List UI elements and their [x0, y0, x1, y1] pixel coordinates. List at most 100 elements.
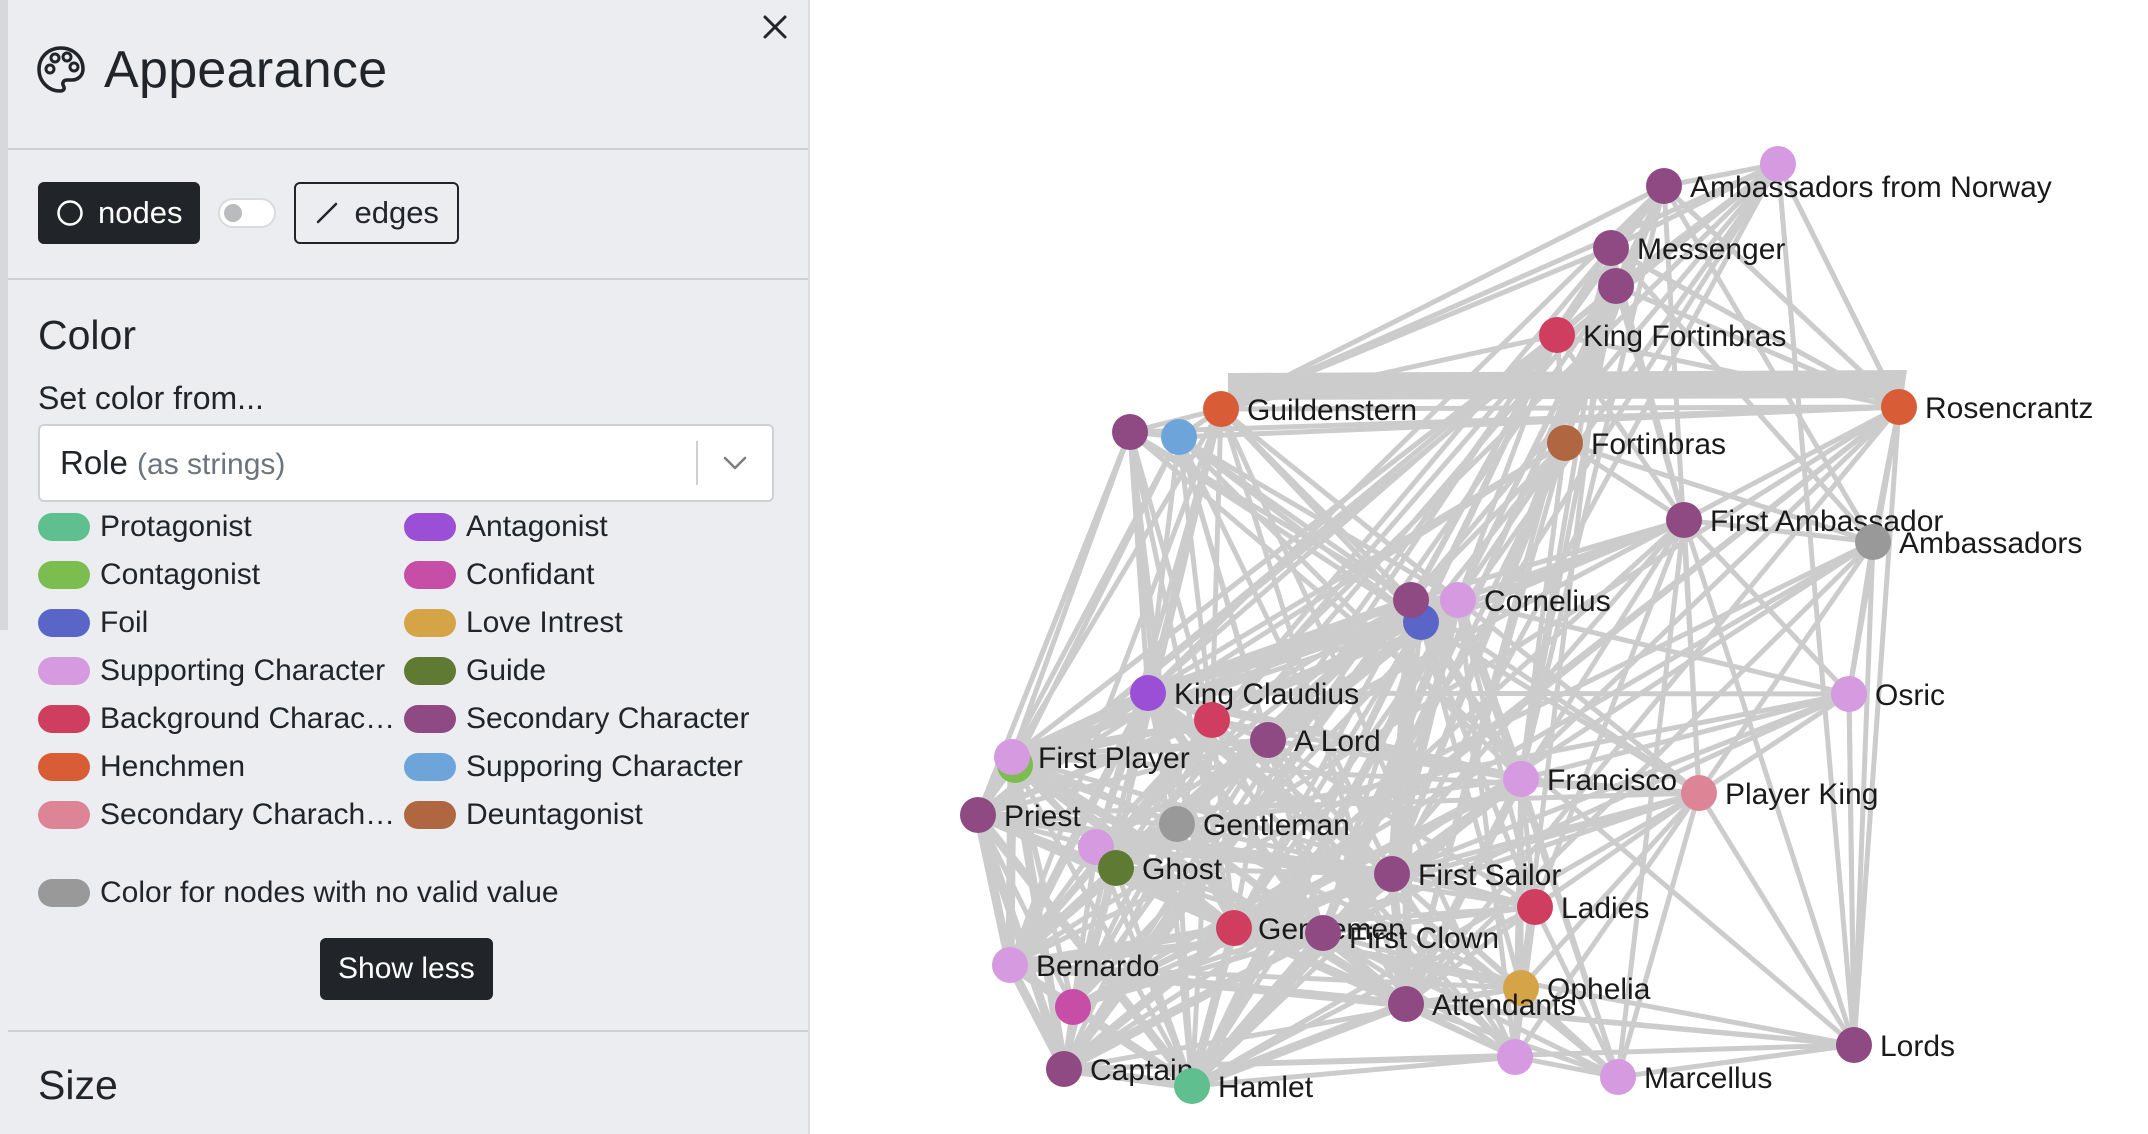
graph-node-circle[interactable] — [1497, 1039, 1533, 1075]
graph-node[interactable]: Cornelius — [1440, 582, 1611, 618]
graph-node-circle[interactable] — [1855, 524, 1891, 560]
color-attribute-select[interactable]: Role (as strings) — [38, 424, 774, 502]
graph-node-circle[interactable] — [1503, 761, 1539, 797]
legend-item[interactable]: Supporing Character — [404, 750, 743, 784]
graph-node-circle[interactable] — [1055, 989, 1091, 1025]
graph-node-circle[interactable] — [1159, 806, 1195, 842]
legend-item[interactable]: Antagonist — [404, 510, 608, 544]
graph-node[interactable]: Player King — [1681, 775, 1878, 811]
legend-swatch — [404, 657, 456, 685]
legend-item[interactable]: Protagonist — [38, 510, 252, 544]
graph-node[interactable]: Ghost — [1098, 850, 1223, 886]
close-icon[interactable] — [762, 14, 788, 40]
graph-node-circle[interactable] — [1098, 850, 1134, 886]
graph-node[interactable]: First Sailor — [1374, 856, 1561, 892]
legend-item[interactable]: Secondary Character — [404, 702, 749, 736]
graph-node-circle[interactable] — [1593, 230, 1629, 266]
graph-node[interactable] — [1194, 702, 1230, 738]
graph-node[interactable]: Osric — [1831, 676, 1945, 712]
graph-edge — [1851, 404, 1902, 1048]
graph-node[interactable] — [1497, 1039, 1533, 1075]
graph-node-label: Cornelius — [1484, 585, 1611, 618]
size-section-title: Size — [38, 1062, 118, 1108]
graph-node-circle[interactable] — [1836, 1027, 1872, 1063]
graph-node[interactable]: Attendants — [1388, 986, 1575, 1022]
graph-node[interactable] — [1598, 268, 1634, 304]
graph-node-circle[interactable] — [960, 797, 996, 833]
legend-label: Secondary Charach… — [100, 798, 396, 831]
graph-node-circle[interactable] — [1547, 425, 1583, 461]
graph-node-circle[interactable] — [1112, 414, 1148, 450]
graph-node[interactable]: Hamlet — [1174, 1068, 1314, 1104]
graph-node-circle[interactable] — [1250, 722, 1286, 758]
legend-item[interactable]: Secondary Charach… — [38, 798, 395, 832]
network-graph[interactable]: Ambassadors from Norway Messenger King For… — [810, 0, 2148, 1134]
graph-node[interactable]: Priest — [960, 797, 1081, 833]
legend-item[interactable]: Guide — [404, 654, 546, 688]
graph-node-circle[interactable] — [1374, 856, 1410, 892]
graph-node[interactable]: Messenger — [1593, 230, 1785, 266]
graph-node-circle[interactable] — [1194, 702, 1230, 738]
graph-node[interactable] — [1760, 146, 1796, 182]
graph-node-circle[interactable] — [1161, 419, 1197, 455]
graph-node[interactable]: Lords — [1836, 1027, 1955, 1063]
legend-item[interactable]: Contagonist — [38, 558, 260, 592]
legend-item[interactable]: Foil — [38, 606, 148, 640]
graph-node-circle[interactable] — [1598, 268, 1634, 304]
graph-node[interactable]: First Player — [994, 739, 1190, 775]
legend-item[interactable]: Deuntagonist — [404, 798, 643, 832]
graph-node-circle[interactable] — [1666, 502, 1702, 538]
select-dropdown-toggle[interactable] — [698, 456, 772, 470]
close-button[interactable] — [760, 12, 790, 42]
graph-node-circle[interactable] — [1388, 986, 1424, 1022]
graph-node-circle[interactable] — [1203, 391, 1239, 427]
graph-node-circle[interactable] — [1517, 889, 1553, 925]
graph-node[interactable]: Gentleman — [1159, 806, 1350, 842]
legend-swatch — [38, 609, 90, 637]
legend-item[interactable]: Confidant — [404, 558, 594, 592]
graph-node[interactable]: Rosencrantz — [1881, 389, 2093, 425]
graph-node-circle[interactable] — [1393, 582, 1429, 618]
graph-node-circle[interactable] — [1881, 389, 1917, 425]
legend-item-no-value[interactable]: Color for nodes with no valid value — [38, 876, 559, 910]
legend-item[interactable]: Love Intrest — [404, 606, 623, 640]
legend-swatch — [404, 801, 456, 829]
legend-label: Foil — [100, 606, 149, 639]
graph-node[interactable]: Fortinbras — [1547, 425, 1726, 461]
graph-node-circle[interactable] — [1600, 1059, 1636, 1095]
graph-node-circle[interactable] — [1440, 582, 1476, 618]
chevron-down-icon[interactable] — [723, 456, 747, 470]
graph-node-circle[interactable] — [1305, 915, 1341, 951]
nodes-edges-switch[interactable] — [218, 198, 277, 228]
graph-node[interactable] — [1055, 989, 1091, 1025]
graph-node[interactable]: Marcellus — [1600, 1059, 1772, 1095]
edges-button[interactable]: edges — [294, 182, 459, 244]
graph-node[interactable] — [1112, 414, 1148, 450]
graph-node[interactable] — [1393, 582, 1429, 618]
graph-node-circle[interactable] — [994, 739, 1030, 775]
graph-node-circle[interactable] — [1681, 775, 1717, 811]
graph-node[interactable]: A Lord — [1250, 722, 1381, 758]
panel-header: Appearance — [36, 40, 387, 100]
graph-node[interactable]: Bernardo — [992, 947, 1159, 983]
graph-node-circle[interactable] — [1130, 675, 1166, 711]
graph-node[interactable]: Ladies — [1517, 889, 1649, 925]
graph-node[interactable]: Ambassadors from Norway — [1646, 168, 2052, 204]
legend-item[interactable]: Supporting Character — [38, 654, 385, 688]
legend-item[interactable]: Background Charac… — [38, 702, 395, 736]
legend-item[interactable]: Henchmen — [38, 750, 245, 784]
graph-node-circle[interactable] — [1831, 676, 1867, 712]
graph-node-circle[interactable] — [1760, 146, 1796, 182]
select-value-text: Role — [60, 444, 128, 481]
graph-node-circle[interactable] — [1539, 317, 1575, 353]
graph-node[interactable]: Captain — [1046, 1051, 1193, 1087]
graph-node-circle[interactable] — [1174, 1068, 1210, 1104]
graph-node-circle[interactable] — [992, 947, 1028, 983]
graph-node[interactable]: Francisco — [1503, 761, 1677, 797]
graph-node-circle[interactable] — [1216, 910, 1252, 946]
graph-node-circle[interactable] — [1646, 168, 1682, 204]
show-less-button[interactable]: Show less — [320, 938, 493, 1000]
nodes-button[interactable]: nodes — [38, 182, 201, 244]
graph-node[interactable] — [1161, 419, 1197, 455]
graph-node-circle[interactable] — [1046, 1051, 1082, 1087]
